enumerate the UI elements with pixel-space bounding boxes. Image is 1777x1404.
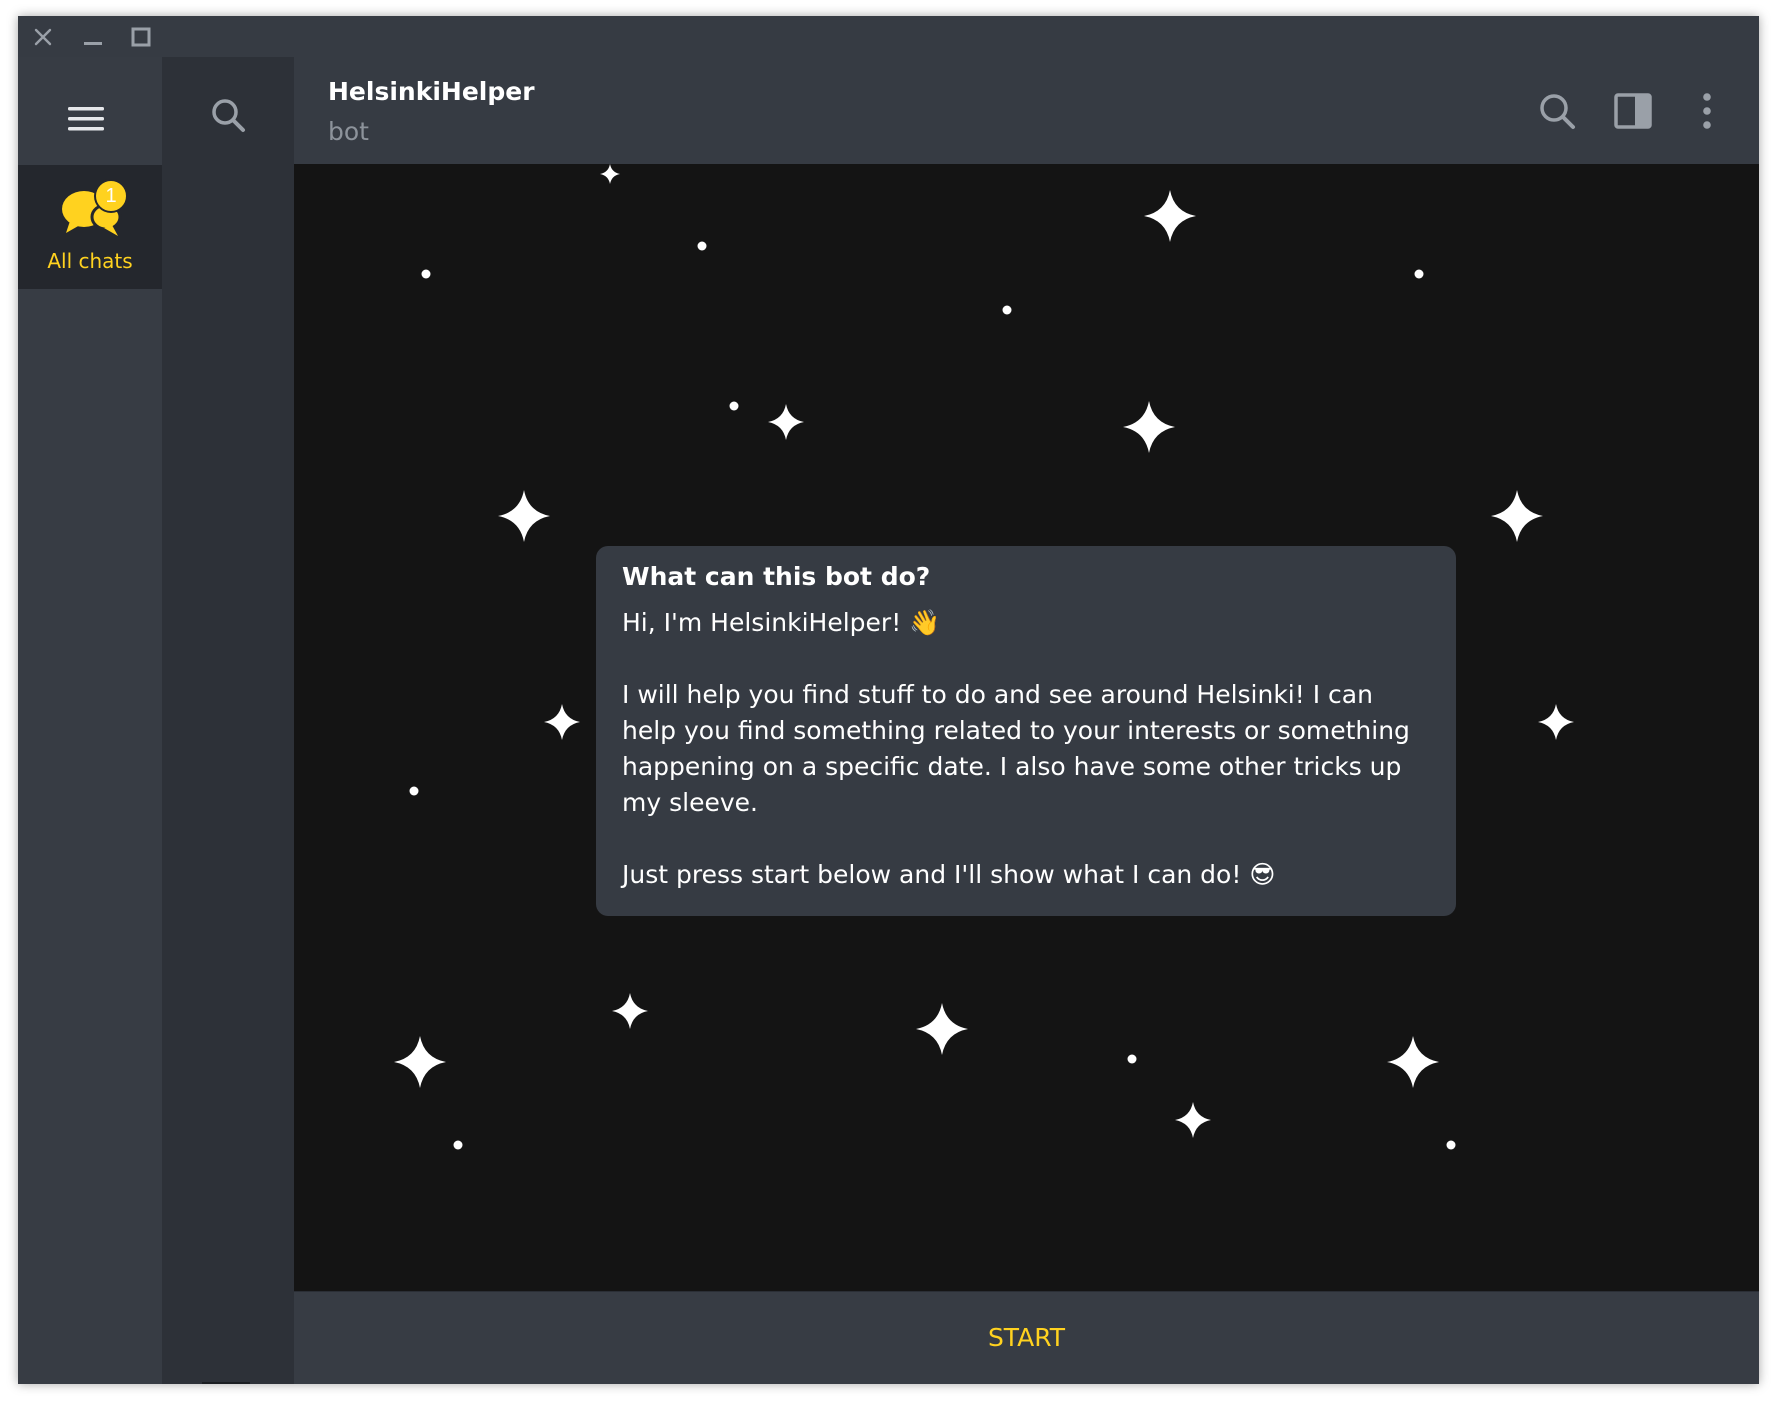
sparkle-star [1538,704,1574,740]
close-icon[interactable] [30,24,56,50]
folder-all-chats[interactable]: 1 All chats [18,165,162,289]
sparkle-star [612,993,648,1029]
title-bar [18,16,1759,57]
search-icon[interactable] [208,95,248,135]
chat-title: HelsinkiHelper [328,77,535,106]
sparkle-star [498,490,550,542]
sparkle-star [1491,490,1543,542]
more-vertical-icon[interactable] [1686,90,1728,132]
app-window: 1 All chats HelsinkiHelper bot What can … [18,16,1759,1384]
sparkle-star [1175,1102,1211,1138]
sparkle-star [1123,401,1175,453]
star-dot [1127,1054,1137,1064]
folder-sidebar: 1 All chats [18,57,162,1384]
bot-info-greeting: Hi, I'm HelsinkiHelper! 👋 [622,608,941,637]
star-dot [409,786,419,796]
side-panel-icon[interactable] [1612,90,1654,132]
sparkle-star [768,404,804,440]
chat-list-panel [162,57,294,1384]
sparkle-star [394,1036,446,1088]
chat-background: What can this bot do? Hi, I'm HelsinkiHe… [294,164,1759,1290]
folder-label: All chats [47,249,133,273]
list-divider [202,1382,250,1384]
star-dot [729,401,739,411]
star-dot [421,269,431,279]
sparkle-star [600,164,620,184]
bot-info-title: What can this bot do? [622,562,931,591]
bot-info-cta: Just press start below and I'll show wha… [622,860,1276,889]
sparkle-star [1144,190,1196,242]
chat-panel: HelsinkiHelper bot What can this bot do?… [294,57,1759,1384]
sparkle-star [1387,1036,1439,1088]
bottom-bar: START [294,1291,1759,1384]
start-button[interactable]: START [294,1292,1759,1384]
bot-info-card: What can this bot do? Hi, I'm HelsinkiHe… [596,546,1456,916]
sparkle-star [916,1003,968,1055]
hamburger-menu-icon[interactable] [66,103,106,135]
star-dot [453,1140,463,1150]
search-icon[interactable] [1536,90,1578,132]
star-dot [1414,269,1424,279]
star-dot [697,241,707,251]
minimize-icon[interactable] [80,24,106,50]
chat-header[interactable]: HelsinkiHelper bot [294,57,1759,164]
star-dot [1002,305,1012,315]
bot-info-description: I will help you find stuff to do and see… [622,680,1410,817]
star-dot [1446,1140,1456,1150]
unread-badge: 1 [94,179,128,213]
chat-status: bot [328,117,369,146]
sparkle-star [544,704,580,740]
maximize-icon[interactable] [128,24,154,50]
